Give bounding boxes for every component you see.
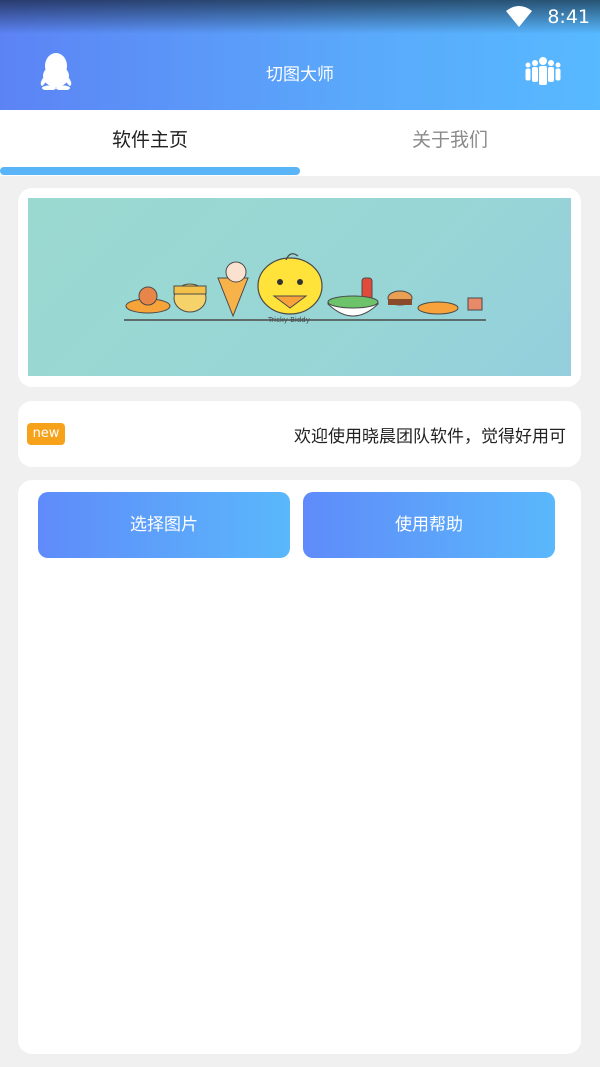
notice-marquee: 欢迎使用晓晨团队软件，觉得好用可 (294, 427, 566, 447)
tab-home[interactable]: 软件主页 (0, 110, 300, 170)
select-image-button[interactable]: 选择图片 (38, 492, 290, 558)
team-icon[interactable] (524, 56, 562, 86)
banner-image[interactable]: Tricky Biddy (28, 198, 571, 376)
status-time: 8:41 (547, 6, 590, 28)
banner-caption: Tricky Biddy (267, 316, 310, 324)
main-card: 选择图片 使用帮助 (18, 480, 581, 1054)
tab-about-us[interactable]: 关于我们 (300, 110, 600, 170)
banner-card: Tricky Biddy (18, 188, 581, 387)
new-badge: new (27, 423, 65, 445)
app-title: 切图大师 (266, 65, 334, 85)
help-button[interactable]: 使用帮助 (303, 492, 555, 558)
notice-card: new 欢迎使用晓晨团队软件，觉得好用可 (18, 401, 581, 467)
tab-indicator (0, 167, 300, 175)
banner-illustration: Tricky Biddy (124, 253, 486, 324)
wifi-icon (506, 6, 532, 27)
